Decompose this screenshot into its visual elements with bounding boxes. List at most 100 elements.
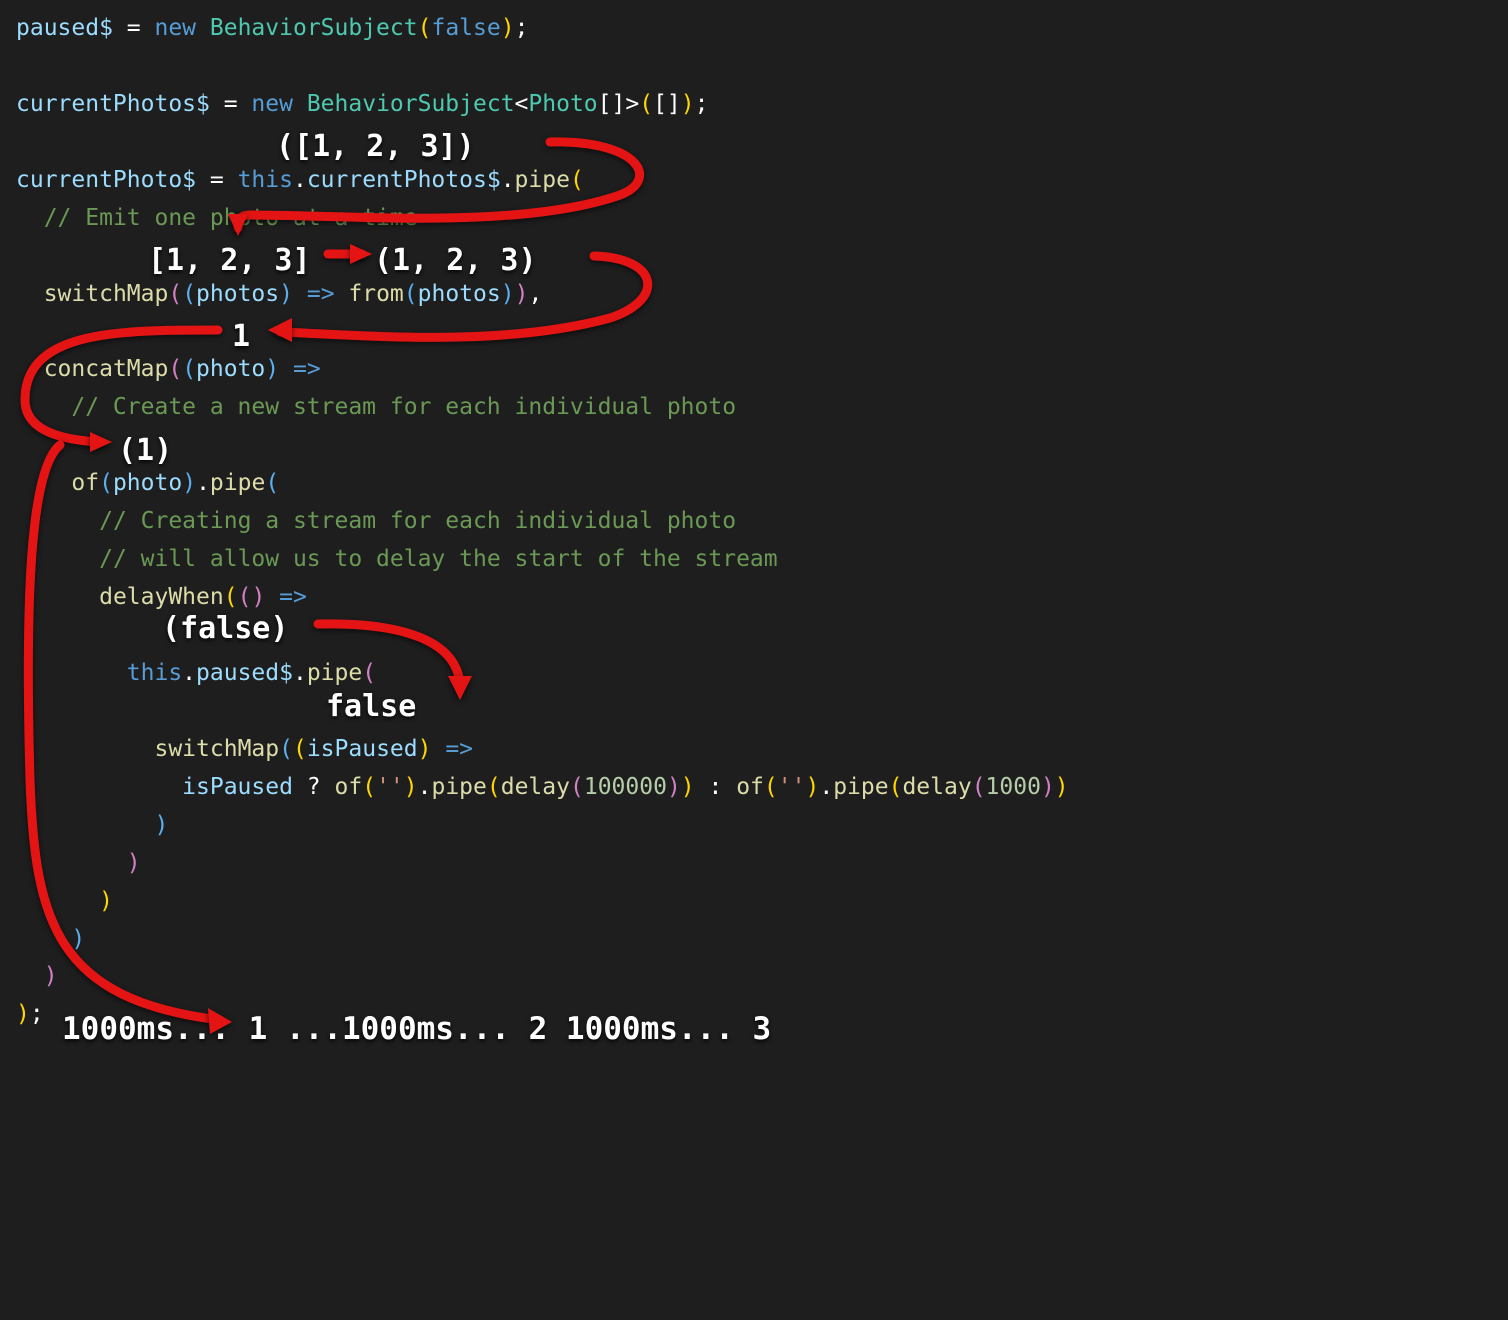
eq: = (113, 15, 155, 41)
type-name: Photo (528, 91, 597, 117)
dot: . (501, 167, 515, 193)
paren: ) (418, 736, 432, 762)
code-line: isPaused ? of('').pipe(delay(100000)) : … (16, 769, 1492, 807)
arrow: => (431, 736, 473, 762)
paren: ( (168, 356, 182, 382)
paren: ( (764, 774, 778, 800)
var-currentPhotos: currentPhotos$ (16, 91, 210, 117)
param: photo (196, 356, 265, 382)
func-of: of (335, 774, 363, 800)
paren: ) (667, 774, 681, 800)
dot: . (196, 470, 210, 496)
code-line: switchMap((isPaused) => (16, 731, 1492, 769)
arrow: => (293, 281, 348, 307)
paren: ) (501, 15, 515, 41)
paren: ( (404, 281, 418, 307)
const-false: false (431, 15, 500, 41)
sp (196, 15, 210, 41)
str: '' (376, 774, 404, 800)
paren: ) (1041, 774, 1055, 800)
paren: ( (570, 774, 584, 800)
code-block: paused$ = new BehaviorSubject ( false); cu… (16, 10, 1492, 1034)
code-line: ); (16, 996, 1492, 1034)
dot: . (293, 660, 307, 686)
blank-line (16, 124, 1492, 162)
var-currentPhoto: currentPhoto$ (16, 167, 196, 193)
str: '' (778, 774, 806, 800)
paren: ( (265, 470, 279, 496)
class-name: BehaviorSubject (210, 15, 418, 41)
blank-line (16, 617, 1492, 655)
code-line: ) (16, 921, 1492, 959)
paren: ) (404, 774, 418, 800)
paren: ( (487, 774, 501, 800)
code-line: ) (16, 845, 1492, 883)
blank-line (16, 238, 1492, 276)
gt: > (625, 91, 639, 117)
kw-new: new (251, 91, 293, 117)
func-of: of (736, 774, 764, 800)
ternary-colon: : (695, 774, 737, 800)
func-concatMap: concatMap (44, 356, 169, 382)
paren: ) (16, 1001, 30, 1027)
func-pipe: pipe (833, 774, 888, 800)
func-pipe: pipe (515, 167, 570, 193)
paren: ( (362, 660, 376, 686)
arrow: => (265, 584, 307, 610)
code-line: // Emit one photo at a time (16, 200, 1492, 238)
dot: . (418, 774, 432, 800)
blank-line (16, 314, 1492, 352)
func-of: of (71, 470, 99, 496)
paren: ) (681, 774, 695, 800)
semi: ; (515, 15, 529, 41)
sp (293, 91, 307, 117)
func-pipe: pipe (307, 660, 362, 686)
code-line: switchMap((photos) => from(photos)), (16, 276, 1492, 314)
func-from: from (348, 281, 403, 307)
func-delay: delay (501, 774, 570, 800)
ternary-q: ? (293, 774, 335, 800)
param: isPaused (307, 736, 418, 762)
paren: ( (279, 736, 293, 762)
code-line: ) (16, 883, 1492, 921)
dot: . (182, 660, 196, 686)
semi: ; (695, 91, 709, 117)
comment: // Create a new stream for each individu… (71, 394, 736, 420)
paren: ) (805, 774, 819, 800)
paren: ) (1055, 774, 1069, 800)
prop: currentPhotos$ (307, 167, 501, 193)
code-line: // Create a new stream for each individu… (16, 389, 1492, 427)
paren: ) (71, 926, 85, 952)
code-line: currentPhotos$ = new BehaviorSubject<Pho… (16, 86, 1492, 124)
dot: . (293, 167, 307, 193)
paren: ) (182, 470, 196, 496)
paren: ( (972, 774, 986, 800)
paren: ( (362, 774, 376, 800)
paren: ) (279, 281, 293, 307)
paren: ( (182, 356, 196, 382)
func-pipe: pipe (210, 470, 265, 496)
empty-array: [] (653, 91, 681, 117)
func-delay: delay (902, 774, 971, 800)
paren: ) (99, 888, 113, 914)
paren: ( (293, 736, 307, 762)
paren: ) (265, 356, 279, 382)
paren: ) (515, 281, 529, 307)
prop: paused$ (196, 660, 293, 686)
arg: photos (418, 281, 501, 307)
comment: // will allow us to delay the start of t… (99, 546, 778, 572)
blank-line (16, 693, 1492, 731)
brackets: [] (598, 91, 626, 117)
func-switchMap: switchMap (44, 281, 169, 307)
code-line: ) (16, 958, 1492, 996)
code-line: delayWhen(() => (16, 579, 1492, 617)
paren: ( (168, 281, 182, 307)
semi: ; (30, 1001, 44, 1027)
code-line: of(photo).pipe( (16, 465, 1492, 503)
paren: ( (889, 774, 903, 800)
code-line: // will allow us to delay the start of t… (16, 541, 1492, 579)
paren: ( (224, 584, 238, 610)
eq: = (196, 167, 238, 193)
lt: < (515, 91, 529, 117)
param: photos (196, 281, 279, 307)
